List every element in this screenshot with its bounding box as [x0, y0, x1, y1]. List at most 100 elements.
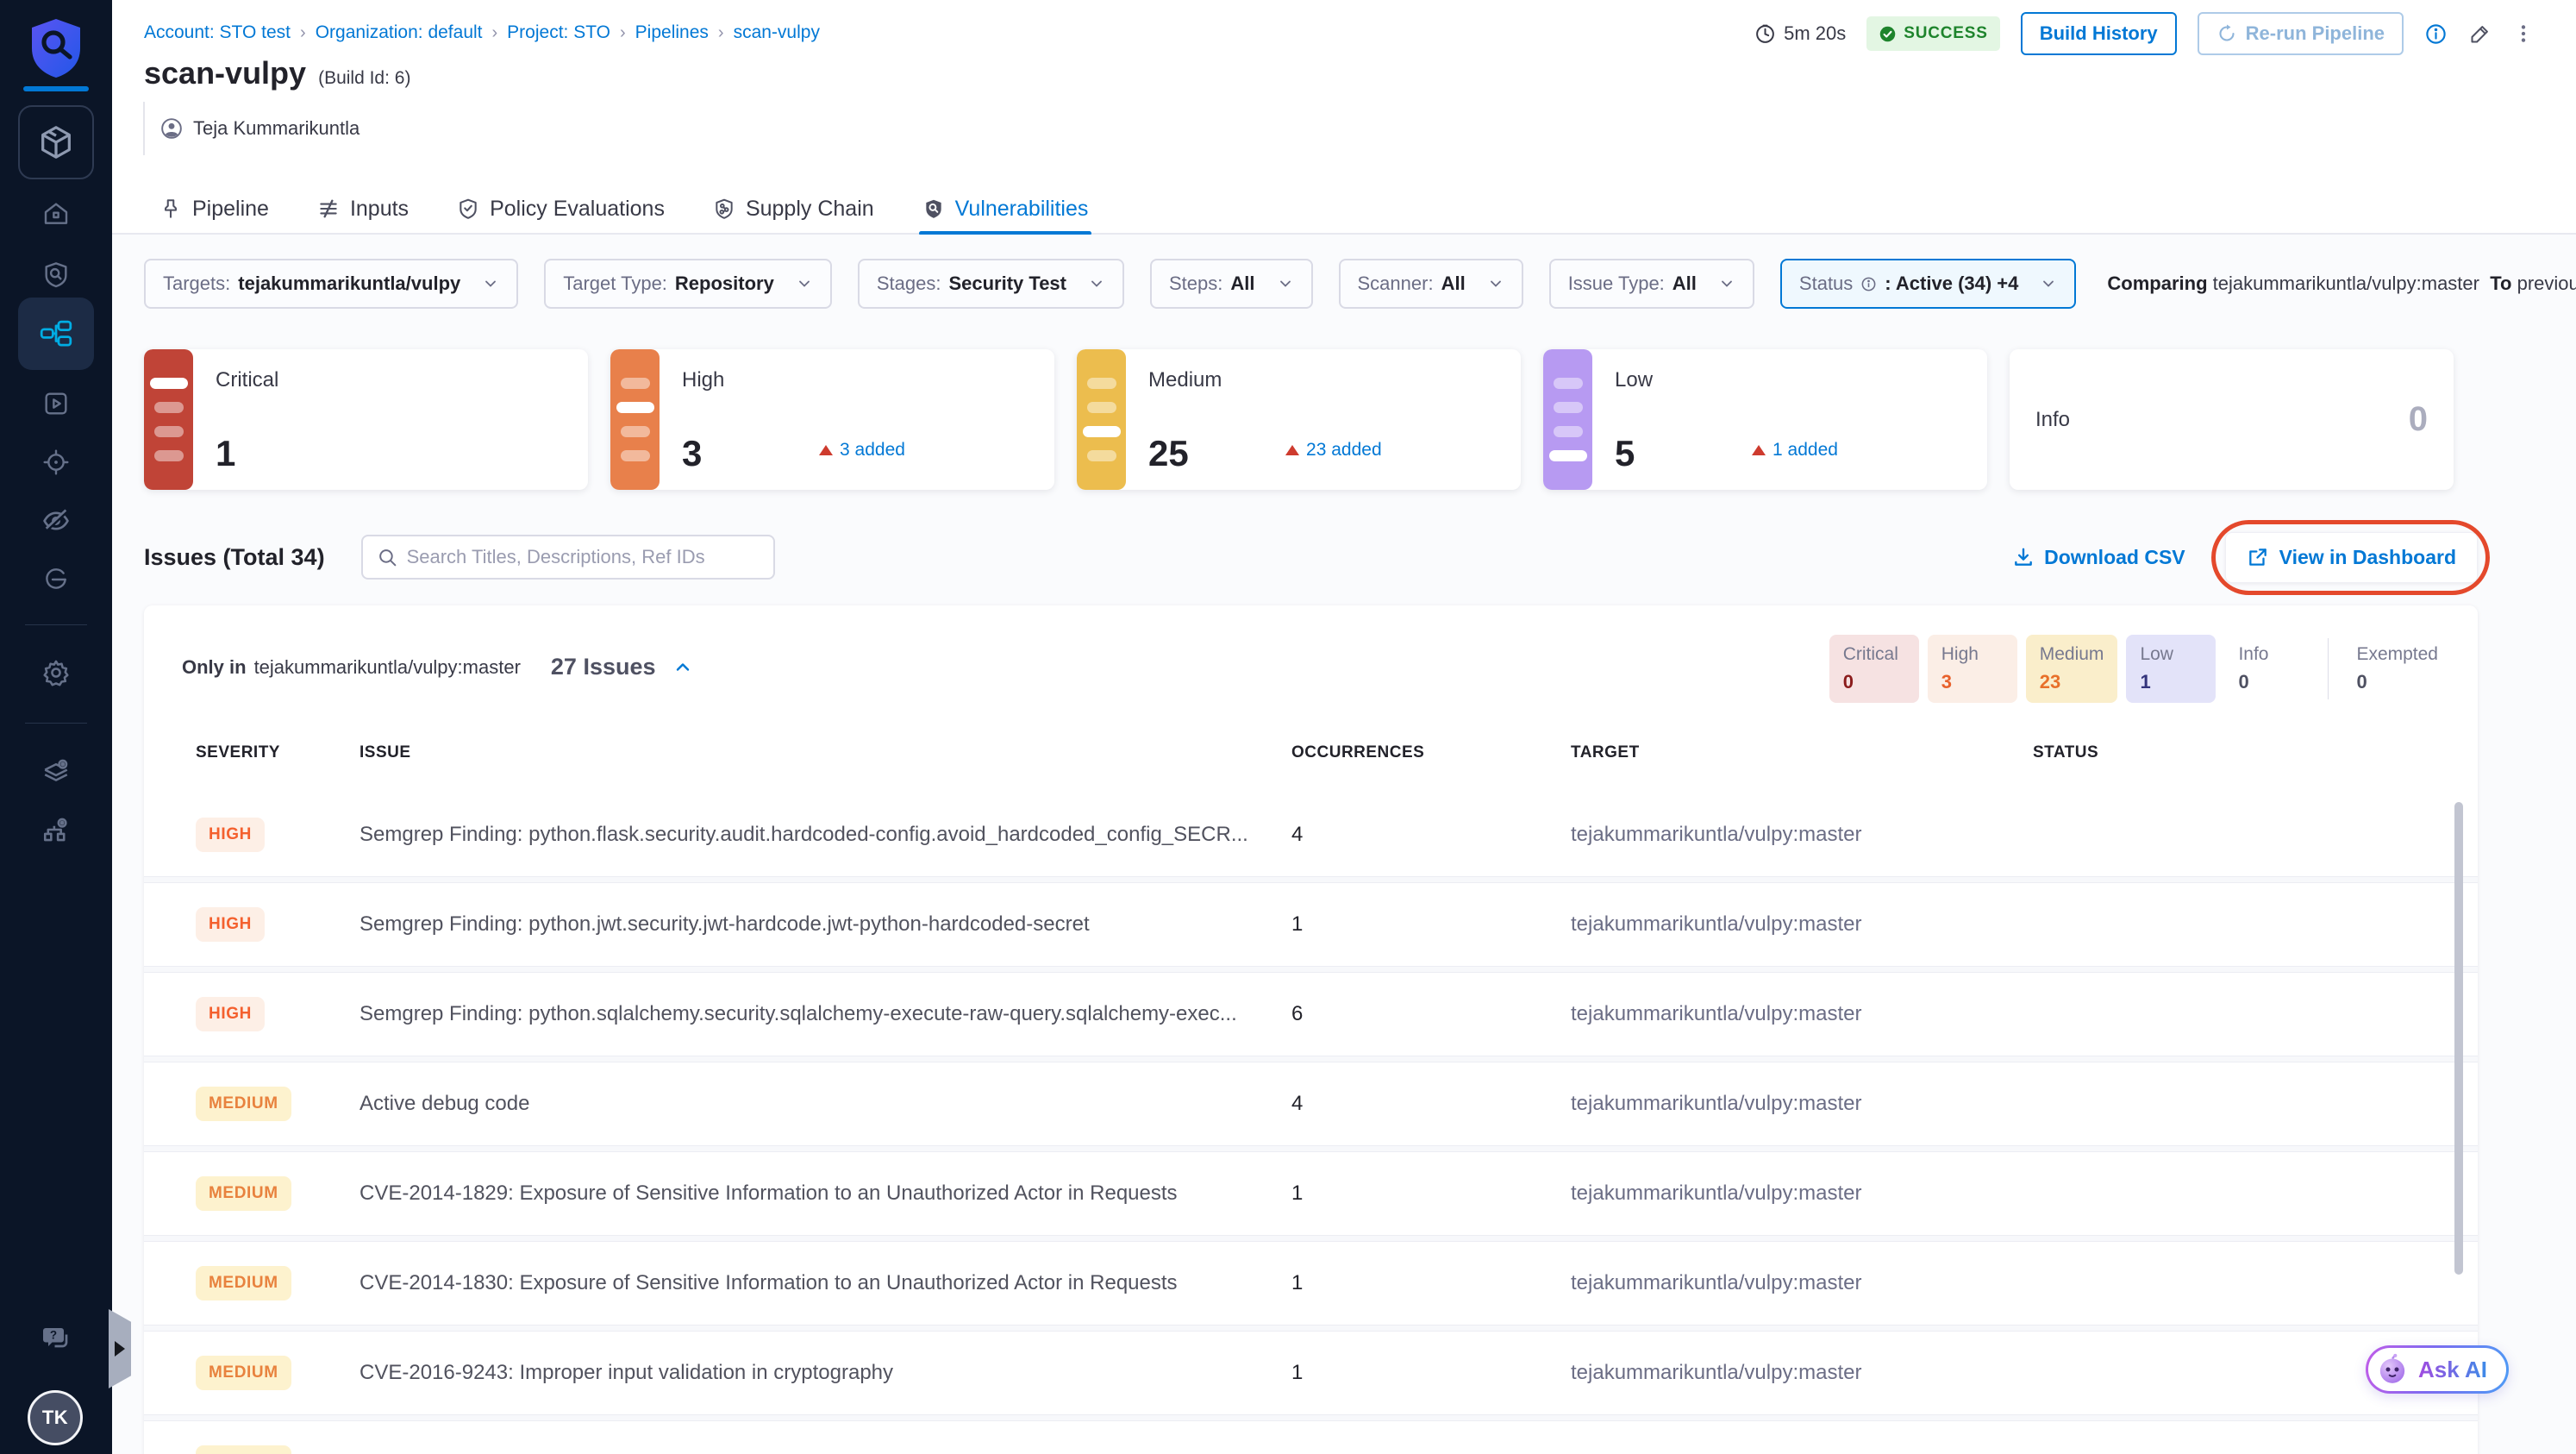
chevron-down-icon	[1487, 275, 1504, 292]
severity-card-low: Low 5 1 added	[1543, 349, 1987, 490]
severity-summary-chips: Critical0 High3 Medium23 Low1 Info0	[1829, 635, 2452, 703]
filter-steps[interactable]: Steps: All	[1150, 259, 1313, 309]
severity-cards-row: Critical 1 High 3 3 added Medium 25 23 a…	[144, 349, 2478, 490]
chevron-up-icon[interactable]	[672, 657, 693, 678]
ask-ai-button[interactable]: Ask AI	[2366, 1345, 2509, 1394]
table-row[interactable]: MEDIUM CVE-2014-1830: Exposure of Sensit…	[144, 1242, 2478, 1325]
breadcrumb-project[interactable]: Project: STO	[507, 22, 610, 43]
module-selector-button[interactable]	[18, 105, 94, 179]
sidebar-item-project-setup[interactable]	[32, 747, 80, 795]
sidebar-item-executions[interactable]	[32, 379, 80, 428]
filter-scanner[interactable]: Scanner: All	[1338, 259, 1523, 309]
user-avatar[interactable]: TK	[28, 1390, 83, 1445]
sidebar-divider	[25, 624, 87, 625]
filter-target-type[interactable]: Target Type: Repository	[544, 259, 832, 309]
card-count: 3	[682, 433, 703, 473]
download-csv-button[interactable]: Download CSV	[2012, 546, 2185, 569]
top-controls: 5m 20s SUCCESS Build History Re-run Pipe…	[1754, 12, 2535, 55]
card-label: Critical	[216, 368, 279, 392]
col-severity: SEVERITY	[196, 743, 280, 761]
filter-status[interactable]: Status : Active (34) +4	[1779, 259, 2077, 309]
tab-vulnerabilities-label: Vulnerabilities	[954, 196, 1089, 221]
issues-search-input[interactable]	[406, 546, 760, 568]
card-count: 0	[2408, 400, 2428, 438]
sidebar-item-settings[interactable]	[32, 649, 80, 697]
chip-exempted: Exempted 0	[2356, 644, 2438, 693]
table-row[interactable]: MEDIUM	[144, 1421, 2478, 1454]
check-circle-icon	[1879, 25, 1897, 43]
build-duration: 5m 20s	[1754, 22, 1846, 45]
sidebar-item-help[interactable]: ?	[32, 1314, 80, 1363]
search-icon	[377, 547, 398, 568]
build-id: (Build Id: 6)	[318, 68, 411, 88]
filter-stages[interactable]: Stages: Security Test	[857, 259, 1124, 309]
sidebar-item-targets[interactable]	[32, 438, 80, 486]
external-link-icon	[2247, 546, 2269, 568]
sidebar-expand-handle[interactable]	[109, 1309, 131, 1388]
filter-targets[interactable]: Targets: tejakummarikuntla/vulpy	[144, 259, 519, 309]
author-row: Teja Kummarikuntla	[143, 102, 360, 155]
sidebar-item-pipelines[interactable]	[18, 298, 94, 370]
rerun-label: Re-run Pipeline	[2245, 22, 2385, 44]
card-count: 25	[1148, 433, 1189, 473]
card-added: 23 added	[1285, 440, 1382, 461]
status-badge: SUCCESS	[1866, 16, 2000, 51]
sidebar-item-exemptions[interactable]	[32, 497, 80, 545]
col-issue: ISSUE	[360, 743, 411, 761]
shield-check-icon	[457, 197, 479, 220]
refresh-icon	[2216, 23, 2237, 44]
tab-pipeline-label: Pipeline	[192, 196, 269, 221]
tab-pipeline[interactable]: Pipeline	[159, 184, 269, 234]
issues-table-body: HIGH Semgrep Finding: python.flask.secur…	[144, 793, 2478, 1454]
table-row[interactable]: HIGH Semgrep Finding: python.jwt.securit…	[144, 883, 2478, 966]
play-box-icon	[42, 390, 70, 417]
info-icon[interactable]	[2424, 22, 2448, 46]
chip-high: High 3	[1927, 635, 2017, 703]
gear-icon	[41, 658, 71, 687]
triangle-up-icon	[1752, 445, 1766, 455]
ask-ai-label: Ask AI	[2418, 1356, 2487, 1382]
ai-bot-icon	[2375, 1352, 2410, 1387]
tab-supply-chain-label: Supply Chain	[745, 196, 874, 221]
edit-pencil-icon[interactable]	[2468, 22, 2492, 46]
table-scrollbar[interactable]	[2454, 802, 2463, 1275]
sidebar-item-overview[interactable]	[32, 250, 80, 298]
build-history-button[interactable]: Build History	[2020, 12, 2177, 55]
severity-badge: HIGH	[196, 818, 265, 852]
left-nav-sidebar: ? TK	[0, 0, 112, 1454]
tabs-row: Pipeline Inputs Policy Evaluations Suppl…	[112, 185, 2576, 235]
tab-policy-evaluations[interactable]: Policy Evaluations	[457, 184, 665, 234]
table-row[interactable]: MEDIUM CVE-2016-9243: Improper input val…	[144, 1332, 2478, 1414]
sidebar-accent-bar	[23, 86, 89, 91]
pin-icon	[159, 197, 182, 220]
sidebar-item-org-setup[interactable]	[32, 805, 80, 854]
sidebar-item-home[interactable]	[32, 190, 80, 238]
sidebar-item-baseline[interactable]	[32, 555, 80, 604]
breadcrumb-account[interactable]: Account: STO test	[144, 22, 291, 43]
table-row[interactable]: MEDIUM Active debug code 4 tejakummariku…	[144, 1062, 2478, 1145]
card-count: 5	[1615, 433, 1635, 473]
sidebar-divider	[25, 723, 87, 724]
severity-band-medium	[1077, 349, 1126, 490]
table-row[interactable]: HIGH Semgrep Finding: python.sqlalchemy.…	[144, 973, 2478, 1056]
chat-question-icon: ?	[41, 1323, 72, 1354]
breadcrumb-pipelines[interactable]: Pipelines	[635, 22, 709, 43]
tab-vulnerabilities[interactable]: Vulnerabilities	[918, 184, 1092, 235]
title-row: scan-vulpy (Build Id: 6)	[144, 55, 410, 91]
tab-inputs[interactable]: Inputs	[317, 184, 409, 234]
pipelines-icon	[40, 319, 72, 348]
person-icon	[160, 117, 183, 140]
table-row[interactable]: MEDIUM CVE-2014-1829: Exposure of Sensit…	[144, 1152, 2478, 1235]
severity-badge: HIGH	[196, 907, 265, 942]
filter-issue-type[interactable]: Issue Type: All	[1548, 259, 1754, 309]
rerun-pipeline-button[interactable]: Re-run Pipeline	[2197, 12, 2404, 55]
card-label: High	[682, 368, 725, 392]
sto-shield-logo-icon[interactable]	[28, 17, 84, 79]
view-in-dashboard-button[interactable]: View in Dashboard	[2224, 531, 2478, 583]
kebab-menu-icon[interactable]	[2512, 22, 2535, 45]
group-title[interactable]: Only in tejakummarikuntla/vulpy:master 2…	[182, 654, 693, 680]
table-row[interactable]: HIGH Semgrep Finding: python.flask.secur…	[144, 793, 2478, 876]
chip-critical: Critical 0	[1829, 635, 1919, 703]
tab-supply-chain[interactable]: Supply Chain	[713, 184, 874, 234]
breadcrumb-org[interactable]: Organization: default	[316, 22, 483, 43]
